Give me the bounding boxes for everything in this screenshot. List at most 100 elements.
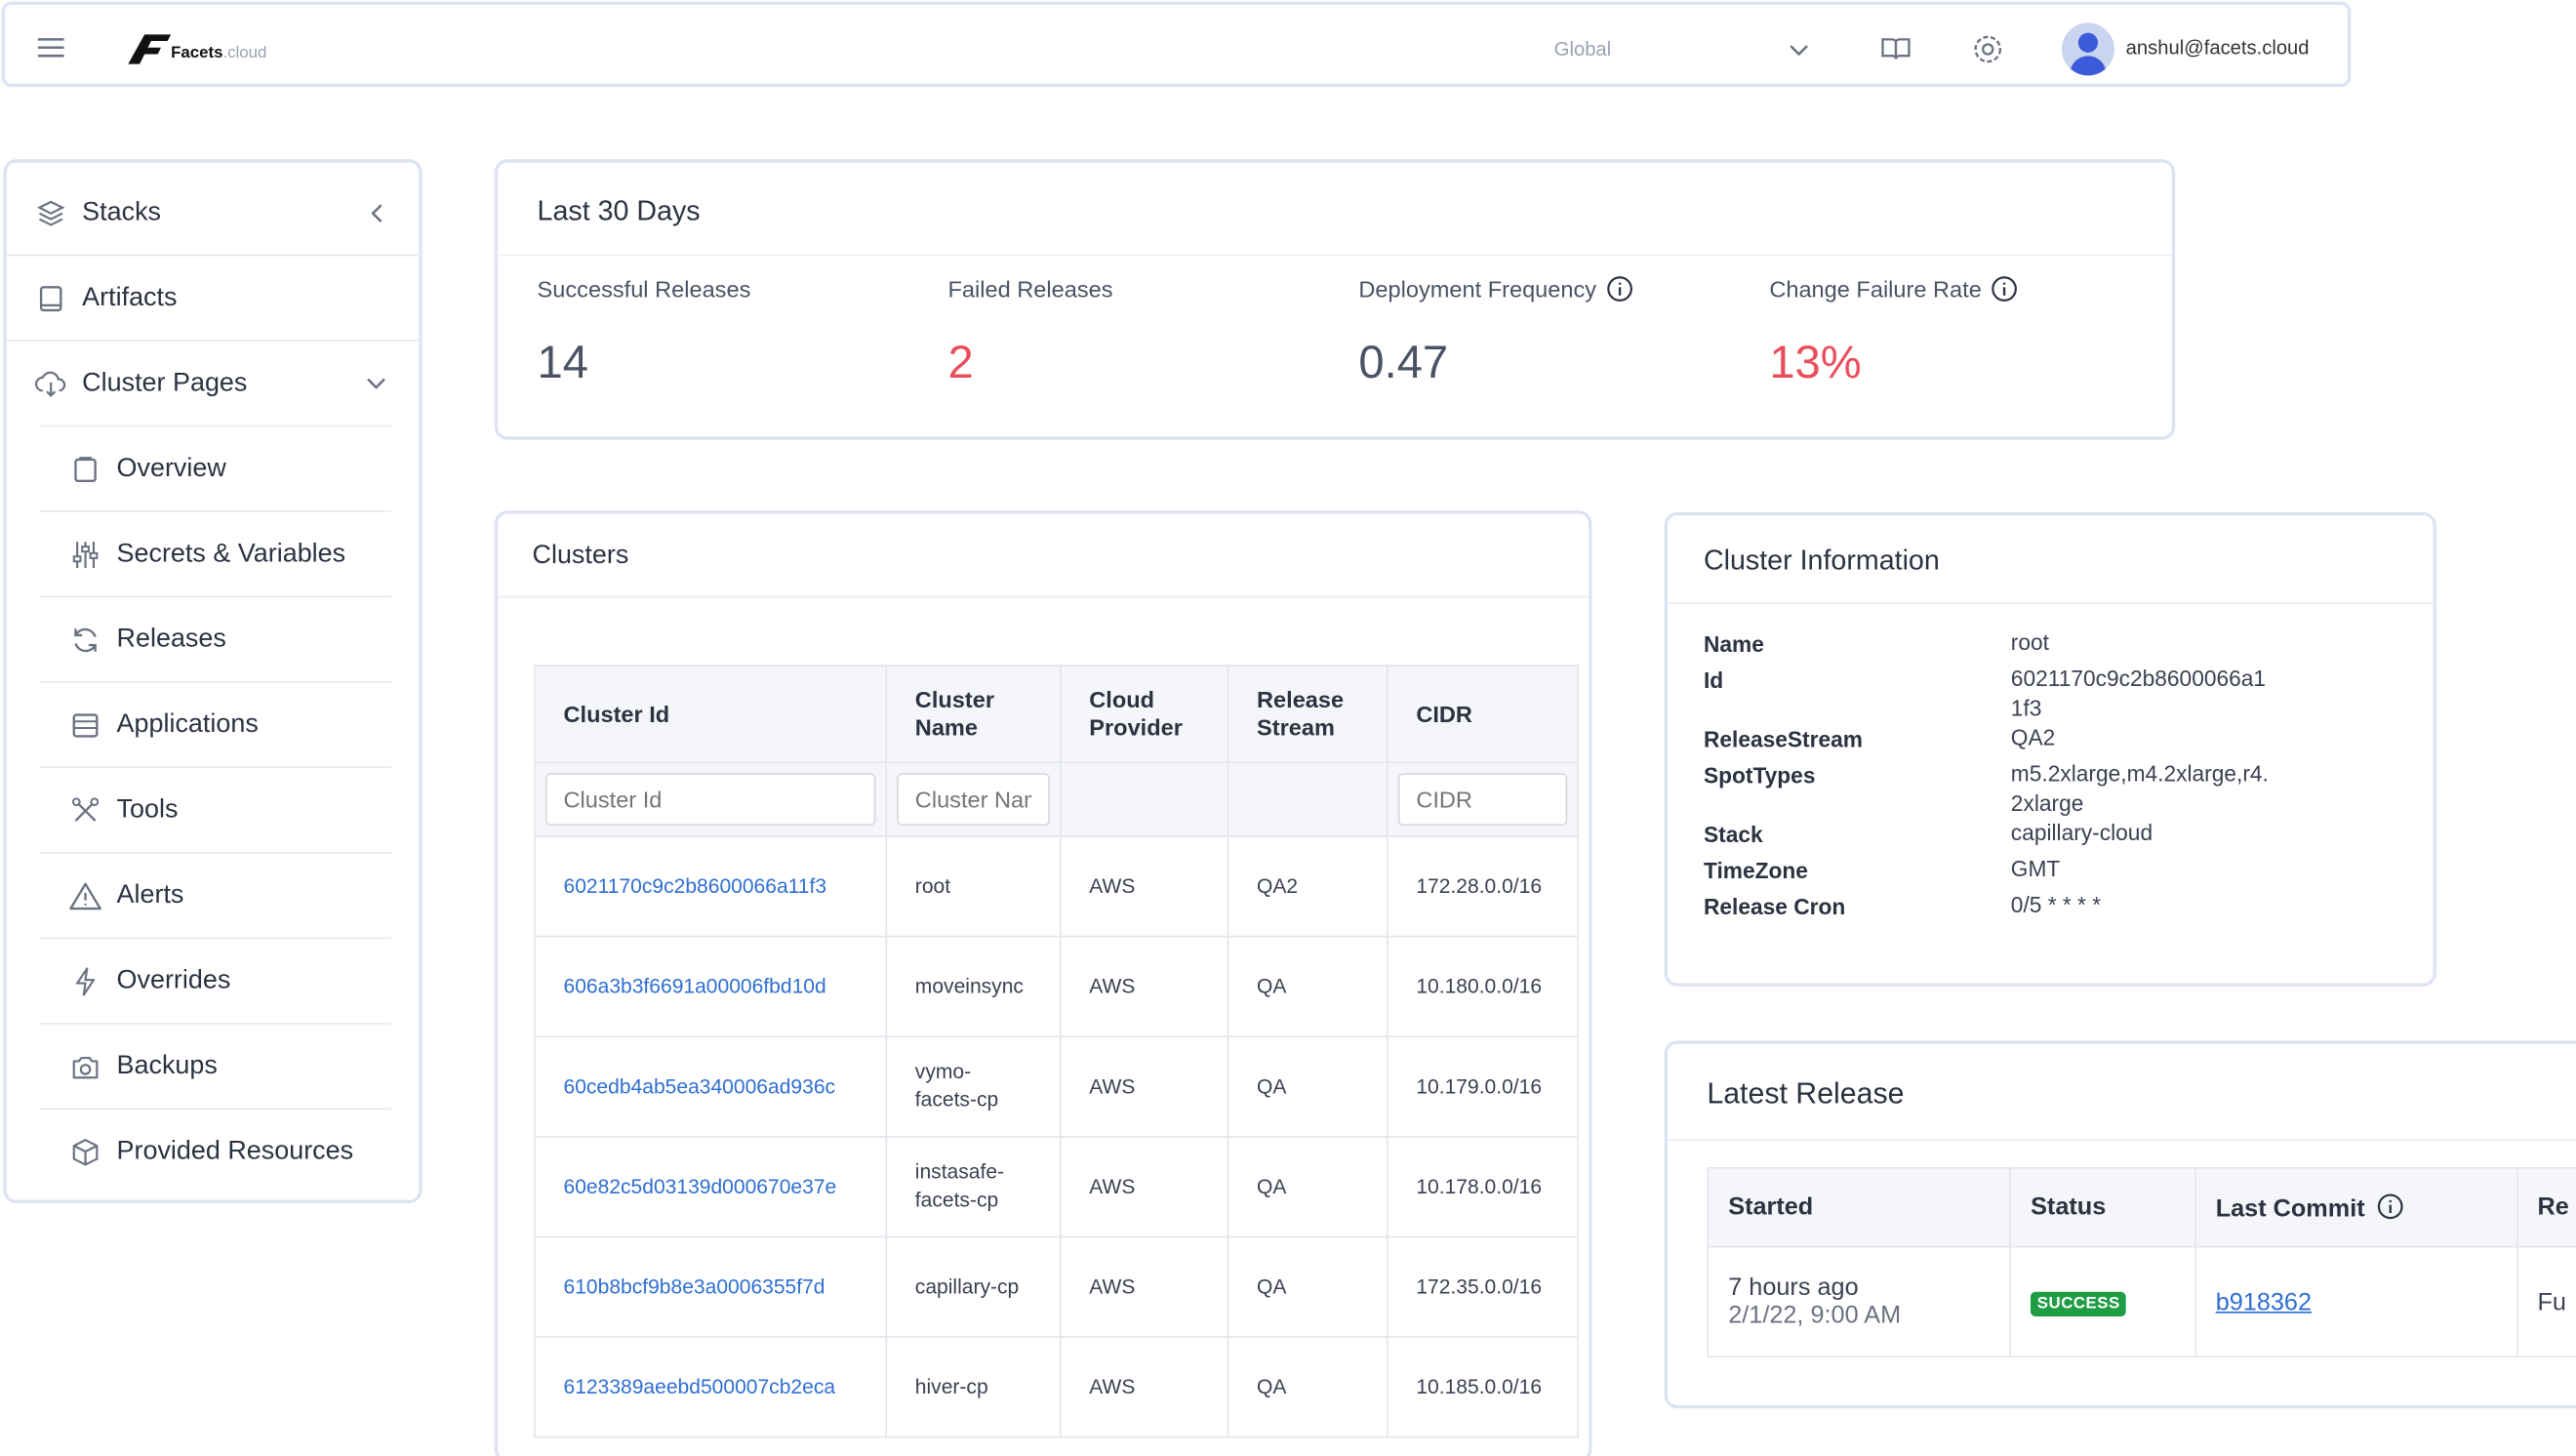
latest-release-table: Started Status Last Commit Re 7 hours ag…	[1707, 1167, 2576, 1357]
cloud-provider-cell: AWS	[1061, 1137, 1228, 1237]
sidebar-item-label: Tools	[117, 796, 179, 826]
table-row: 6123389aeebd500007cb2eca hiver-cp AWS QA…	[535, 1337, 1578, 1437]
started-absolute: 2/1/22, 9:00 AM	[1728, 1302, 2009, 1330]
table-row: 7 hours ago 2/1/22, 9:00 AM SUCCESS b918…	[1708, 1247, 2576, 1357]
failed-releases-label: Failed Releases	[947, 276, 1112, 303]
refresh-icon	[69, 624, 102, 657]
latest-release-card: Latest Release Started Status Last Commi…	[1665, 1040, 2576, 1408]
info-icon[interactable]	[1992, 276, 2018, 303]
user-email[interactable]: anshul@facets.cloud	[2126, 36, 2310, 60]
sidebar-item-overview[interactable]: Overview	[69, 452, 389, 488]
sidebar-item-releases[interactable]: Releases	[69, 623, 389, 659]
hamburger-menu-icon[interactable]	[36, 33, 65, 62]
cluster-id-filter-input[interactable]	[545, 773, 875, 826]
sidebar-item-label: Provided Resources	[117, 1138, 354, 1167]
sidebar-item-artifacts[interactable]: Artifacts	[34, 281, 395, 317]
commit-link[interactable]: b918362	[2216, 1288, 2312, 1316]
settings-gear-icon[interactable]	[1970, 31, 2006, 67]
collapse-sidebar-icon[interactable]	[370, 204, 386, 223]
info-icon[interactable]	[1606, 276, 1632, 303]
info-value-stack: capillary-cloud	[2011, 819, 2290, 848]
chevron-down-icon[interactable]	[366, 378, 385, 390]
cidr-cell: 172.28.0.0/16	[1388, 836, 1578, 937]
sidebar: Stacks Artifacts Cluster Pages	[3, 159, 422, 1203]
info-key-name: Name	[1704, 632, 1764, 657]
cidr-cell: 10.180.0.0/16	[1388, 937, 1578, 1037]
sidebar-item-overrides[interactable]: Overrides	[69, 963, 389, 999]
column-header-started[interactable]: Started	[1708, 1168, 2010, 1247]
sidebar-item-cluster-pages[interactable]: Cluster Pages	[34, 366, 395, 402]
column-header-cloud-provider[interactable]: Cloud Provider	[1061, 666, 1228, 762]
column-header-release-stream[interactable]: Release Stream	[1228, 666, 1388, 762]
table-row: 6021170c9c2b8600066a11f3 root AWS QA2 17…	[535, 836, 1578, 937]
info-key-stack: Stack	[1704, 823, 1763, 847]
window-icon	[69, 709, 102, 743]
release-stream-cell: QA	[1228, 1137, 1388, 1237]
column-header-cluster-id[interactable]: Cluster Id	[535, 666, 886, 762]
logo-main-text: Facets	[171, 44, 222, 62]
sidebar-item-secrets-variables[interactable]: Secrets & Variables	[69, 537, 389, 573]
info-value-spot-types: m5.2xlarge,m4.2xlarge,r4.2xlarge	[2011, 760, 2274, 820]
info-icon[interactable]	[2377, 1193, 2403, 1219]
sidebar-item-applications[interactable]: Applications	[69, 708, 389, 744]
cidr-filter-input[interactable]	[1398, 773, 1567, 826]
release-stream-cell: QA2	[1228, 836, 1388, 937]
release-stream-cell: QA	[1228, 1236, 1388, 1337]
info-value-name: root	[2011, 628, 2290, 658]
cloud-provider-cell: AWS	[1061, 1337, 1228, 1437]
sidebar-item-label: Alerts	[117, 881, 184, 910]
region-select[interactable]: Global	[1533, 24, 1821, 73]
sidebar-item-label: Backups	[117, 1052, 218, 1081]
cluster-id-link[interactable]: 610b8bcf9b8e3a0006355f7d	[535, 1236, 886, 1337]
sidebar-item-label: Artifacts	[82, 284, 177, 313]
table-row: 60e82c5d03139d000670e37e instasafe-facet…	[535, 1137, 1578, 1237]
cloud-provider-cell: AWS	[1061, 1236, 1228, 1337]
card-title: Last 30 Days	[538, 195, 701, 228]
sidebar-item-label: Overrides	[117, 967, 231, 996]
facets-logo[interactable]: Facets.cloud	[125, 31, 289, 67]
sidebar-item-tools[interactable]: Tools	[69, 792, 389, 829]
cluster-id-link[interactable]: 6123389aeebd500007cb2eca	[535, 1337, 886, 1437]
top-bar: Facets.cloud Global anshul@facets.cloud	[2, 2, 2352, 87]
release-stream-cell: QA	[1228, 1036, 1388, 1137]
sidebar-item-backups[interactable]: Backups	[69, 1049, 389, 1085]
column-header-status[interactable]: Status	[2010, 1168, 2195, 1247]
cluster-id-link[interactable]: 6021170c9c2b8600066a11f3	[535, 836, 886, 937]
column-header-last-commit[interactable]: Last Commit	[2195, 1168, 2517, 1247]
cluster-name-cell: moveinsync	[886, 937, 1060, 1037]
cluster-name-filter-input[interactable]	[897, 773, 1050, 826]
cluster-id-link[interactable]: 606a3b3f6691a00006fbd10d	[535, 937, 886, 1037]
docs-book-icon[interactable]	[1879, 33, 1912, 66]
sidebar-item-stacks[interactable]: Stacks	[34, 195, 395, 231]
successful-releases-value: 14	[538, 337, 588, 389]
column-header-cluster-name[interactable]: Cluster Name	[886, 666, 1060, 762]
info-key-timezone: TimeZone	[1704, 859, 1808, 883]
sidebar-item-label: Cluster Pages	[82, 369, 247, 398]
sidebar-item-provided-resources[interactable]: Provided Resources	[69, 1134, 389, 1170]
last-30-days-card: Last 30 Days Successful Releases 14 Fail…	[495, 159, 2175, 440]
column-header-cidr[interactable]: CIDR	[1388, 666, 1578, 762]
cloud-provider-cell: AWS	[1061, 937, 1228, 1037]
avatar[interactable]	[2062, 23, 2114, 76]
column-header-truncated[interactable]: Re	[2516, 1168, 2576, 1247]
info-key-spot-types: SpotTypes	[1704, 763, 1816, 788]
sidebar-item-label: Applications	[117, 710, 259, 740]
cluster-id-link[interactable]: 60cedb4ab5ea340006ad936c	[535, 1036, 886, 1137]
started-relative: 7 hours ago	[1728, 1274, 2009, 1302]
sidebar-item-alerts[interactable]: Alerts	[69, 878, 389, 914]
status-badge: SUCCESS	[2031, 1292, 2126, 1316]
deployment-frequency-label: Deployment Frequency	[1358, 276, 1632, 303]
tools-icon	[69, 794, 102, 828]
cidr-cell: 10.178.0.0/16	[1388, 1137, 1578, 1237]
clipboard-icon	[69, 453, 102, 486]
change-failure-rate-text: Change Failure Rate	[1769, 276, 1982, 303]
started-cell: 7 hours ago 2/1/22, 9:00 AM	[1708, 1247, 2010, 1357]
sliders-icon	[69, 539, 102, 572]
cluster-id-link[interactable]: 60e82c5d03139d000670e37e	[535, 1137, 886, 1237]
sidebar-item-label: Secrets & Variables	[117, 540, 346, 569]
cluster-name-cell: hiver-cp	[886, 1337, 1060, 1437]
cluster-information-card: Cluster Information Name root Id 6021170…	[1665, 512, 2436, 987]
sidebar-item-label: Overview	[117, 455, 226, 484]
cluster-name-cell: vymo-facets-cp	[886, 1036, 1060, 1137]
cluster-name-cell: instasafe-facets-cp	[886, 1137, 1060, 1237]
